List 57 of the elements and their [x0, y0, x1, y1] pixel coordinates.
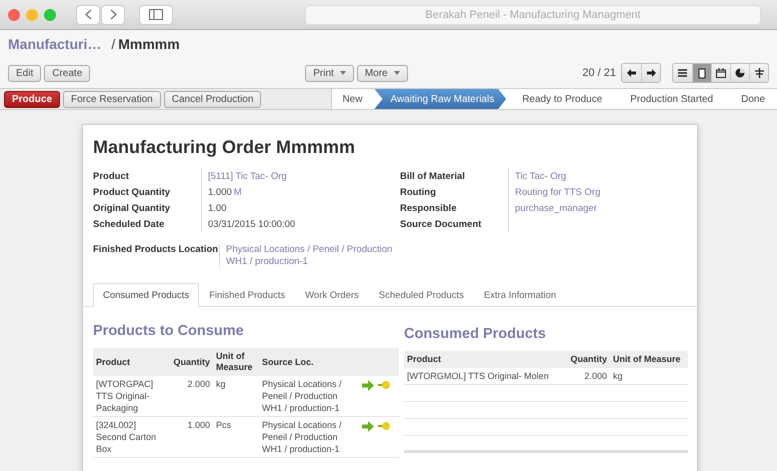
table-cell: 1.000: [169, 416, 213, 458]
table-cell: Physical Locations / Peneil / Production WH1 / production-1: [259, 416, 359, 458]
column-header: Unit of Measure: [610, 351, 688, 368]
column-header: Unit of Measure: [213, 348, 259, 376]
table-cell: kg: [213, 376, 259, 416]
field-value: 03/31/2015 10:00:00: [208, 218, 296, 230]
status-step[interactable]: Awaiting Raw Materials: [374, 89, 506, 109]
field-label: Product: [93, 170, 130, 182]
tab[interactable]: Consumed Products: [93, 283, 200, 307]
table-cell: 2.000: [560, 368, 610, 384]
field-link[interactable]: purchase_manager: [515, 202, 597, 214]
table-cell: Pcs: [213, 416, 259, 458]
field-value: 1.00: [208, 202, 226, 214]
table-cell: kg: [610, 368, 688, 384]
tab[interactable]: Finished Products: [199, 283, 296, 307]
create-button[interactable]: Create: [44, 64, 90, 82]
breadcrumb-separator: /: [111, 36, 116, 52]
table-cell: 2.000: [169, 376, 213, 416]
column-header: Quantity: [169, 348, 213, 376]
action-button[interactable]: Force Reservation: [63, 90, 161, 108]
column-header: Quantity: [560, 351, 610, 368]
section-title: Products to Consume: [93, 323, 245, 339]
action-button[interactable]: Produce: [4, 90, 60, 108]
field-link[interactable]: Tic Tac- Org: [515, 170, 566, 182]
table-cell: Physical Locations / Peneil / Production WH1 / production-1: [259, 376, 359, 416]
breadcrumb-link[interactable]: Manufacturi…: [8, 36, 102, 52]
breadcrumb-current: Mmmmm: [118, 36, 180, 52]
tab[interactable]: Scheduled Products: [368, 283, 474, 307]
column-header: Product: [93, 348, 169, 376]
unit-link[interactable]: M: [234, 186, 242, 198]
edit-button[interactable]: Edit: [8, 64, 42, 82]
field-label: Finished Products Location: [93, 244, 219, 257]
action-button[interactable]: Cancel Production: [164, 90, 262, 108]
dropdown-button[interactable]: More: [356, 64, 408, 82]
form-title: Manufacturing Order Mmmmm: [93, 137, 356, 158]
field-link[interactable]: Physical Locations / Peneil / Production WH1 / production-1: [219, 244, 687, 268]
field-link[interactable]: [5111] Tic Tac- Org: [208, 170, 287, 182]
tab[interactable]: Extra Information: [474, 283, 566, 307]
dropdown-button[interactable]: Print: [305, 64, 354, 82]
table-cell: [324L002] Second Carton Box: [93, 416, 169, 458]
column-header: Product: [404, 351, 560, 368]
section-title: Consumed Products: [404, 326, 547, 342]
tab[interactable]: Work Orders: [295, 283, 369, 307]
field-label: Responsible: [400, 202, 458, 214]
field-label: Original Quantity: [93, 202, 172, 214]
field-value: 1.000: [208, 186, 232, 198]
field-label: Routing: [400, 186, 437, 198]
window-title: Berakah Peneil - Manufacturing Managment: [305, 4, 761, 24]
field-label: Scheduled Date: [93, 218, 166, 230]
field-link[interactable]: Routing for TTS Org: [515, 186, 600, 198]
table-cell: [WTORGPAC] TTS Original-Packaging: [93, 376, 169, 416]
field-label: Bill of Material: [400, 170, 466, 182]
pager-count: 20 / 21: [582, 67, 616, 79]
table-cell: [WTORGMOL] TTS Original- Molen: [404, 368, 560, 384]
column-header: Source Loc.: [259, 348, 359, 376]
field-label: Source Document: [400, 218, 482, 230]
field-label: Product Quantity: [93, 186, 172, 198]
